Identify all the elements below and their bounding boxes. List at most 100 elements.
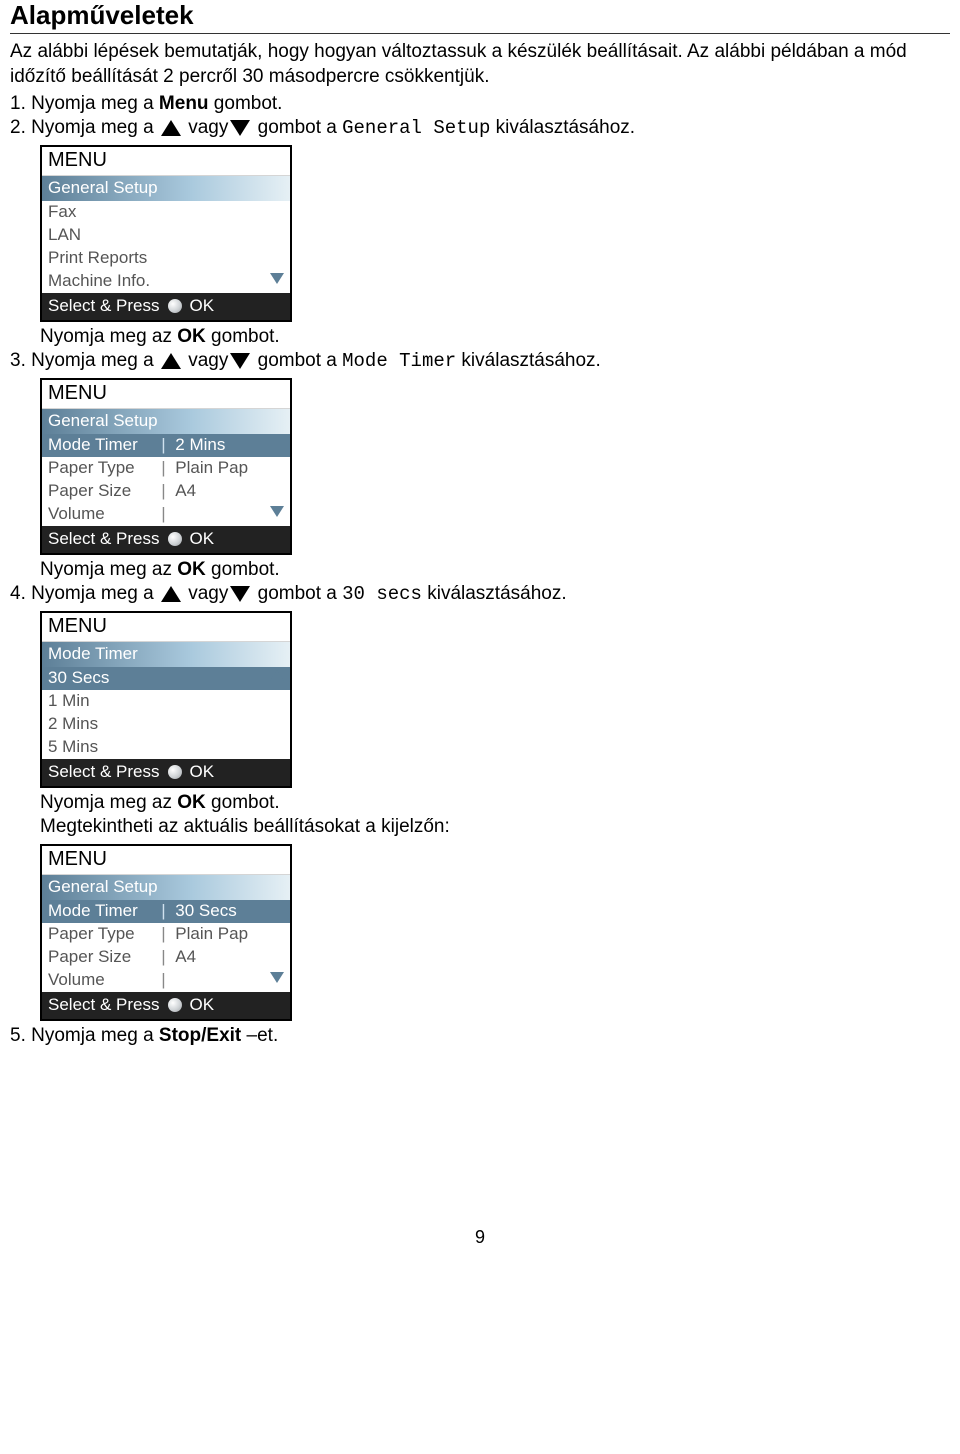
lcd-header: Mode Timer bbox=[42, 642, 290, 667]
ok-button-icon bbox=[168, 532, 182, 546]
scroll-down-icon bbox=[270, 506, 284, 517]
stop-exit-word: Stop/Exit bbox=[159, 1025, 241, 1046]
lcd-row: 5 Mins bbox=[42, 736, 290, 759]
lcd-foot-select: Select & Press bbox=[48, 529, 160, 549]
lcd-item: Mode Timer bbox=[48, 435, 161, 455]
press-ok: Nyomja meg az OK gombot. bbox=[40, 326, 950, 348]
lcd-row: Print Reports bbox=[42, 247, 290, 270]
lcd-title: MENU bbox=[42, 613, 290, 642]
lcd-item: Paper Size bbox=[48, 947, 161, 967]
lcd-row: Paper Size|A4 bbox=[42, 480, 290, 503]
lcd-screen-3: MENU Mode Timer 30 Secs 1 Min 2 Mins 5 M… bbox=[40, 611, 292, 788]
step-num: 3. bbox=[10, 350, 26, 372]
lcd-title: MENU bbox=[42, 380, 290, 409]
step-num: 1. bbox=[10, 93, 26, 115]
lcd-foot-ok: OK bbox=[190, 529, 215, 549]
lcd-row: Machine Info. bbox=[42, 270, 290, 293]
lcd-item: Fax bbox=[48, 202, 161, 222]
view-settings-text: Megtekintheti az aktuális beállításokat … bbox=[40, 816, 950, 838]
page-heading: Alapműveletek bbox=[10, 0, 950, 34]
lcd-foot-select: Select & Press bbox=[48, 296, 160, 316]
lcd-item: Paper Type bbox=[48, 924, 161, 944]
lcd-foot-select: Select & Press bbox=[48, 762, 160, 782]
ok-button-icon bbox=[168, 299, 182, 313]
intro-text: Az alábbi lépések bemutatják, hogy hogya… bbox=[10, 40, 950, 89]
steps: 1. Nyomja meg a Menu gombot. 2. Nyomja m… bbox=[10, 93, 950, 1047]
lcd-row-selected: 30 Secs bbox=[42, 667, 290, 690]
lcd-item: LAN bbox=[48, 225, 161, 245]
lcd-footer: Select & Press OK bbox=[42, 526, 290, 553]
ok-word: OK bbox=[177, 792, 206, 813]
lcd-row: 1 Min bbox=[42, 690, 290, 713]
step-text: kiválasztásához. bbox=[490, 117, 635, 138]
lcd-footer: Select & Press OK bbox=[42, 992, 290, 1019]
lcd-item: Machine Info. bbox=[48, 271, 161, 291]
menu-word: Menu bbox=[159, 93, 209, 114]
ok-button-icon bbox=[168, 765, 182, 779]
lcd-item: 1 Min bbox=[48, 691, 161, 711]
step-text: Nyomja meg a bbox=[31, 583, 159, 604]
lcd-row: Fax bbox=[42, 201, 290, 224]
lcd-screen-1: MENU General Setup Fax LAN Print Reports… bbox=[40, 145, 292, 322]
down-arrow-icon bbox=[230, 120, 250, 136]
lcd-value: 30 Secs bbox=[167, 901, 284, 921]
lcd-footer: Select & Press OK bbox=[42, 293, 290, 320]
code-text: General Setup bbox=[342, 117, 490, 139]
lcd-item: Print Reports bbox=[48, 248, 161, 268]
lcd-row: Paper Type|Plain Pap bbox=[42, 923, 290, 946]
lcd-selected-header: General Setup bbox=[42, 176, 290, 201]
press-ok-text: gombot. bbox=[206, 792, 280, 813]
lcd-row: Paper Type|Plain Pap bbox=[42, 457, 290, 480]
press-ok-text: gombot. bbox=[206, 559, 280, 580]
ok-word: OK bbox=[177, 326, 206, 347]
step-text: gombot a bbox=[252, 583, 342, 604]
lcd-foot-ok: OK bbox=[190, 995, 215, 1015]
step-1: 1. Nyomja meg a Menu gombot. bbox=[10, 93, 950, 115]
lcd-row: LAN bbox=[42, 224, 290, 247]
divider-icon: | bbox=[161, 504, 167, 524]
lcd-row: Volume| bbox=[42, 503, 290, 526]
step-3: 3. Nyomja meg a vagy gombot a Mode Timer… bbox=[10, 350, 950, 581]
step-text: Nyomja meg a bbox=[31, 1025, 159, 1046]
lcd-screen-2: MENU General Setup Mode Timer|2 Mins Pap… bbox=[40, 378, 292, 555]
lcd-foot-ok: OK bbox=[190, 296, 215, 316]
step-num: 2. bbox=[10, 117, 26, 139]
lcd-value: Plain Pap bbox=[167, 458, 284, 478]
lcd-row: 2 Mins bbox=[42, 713, 290, 736]
step-4: 4. Nyomja meg a vagy gombot a 30 secs ki… bbox=[10, 583, 950, 1021]
up-arrow-icon bbox=[161, 120, 181, 136]
scroll-down-icon bbox=[270, 273, 284, 284]
code-text: 30 secs bbox=[342, 583, 422, 605]
step-text: gombot. bbox=[209, 93, 283, 114]
down-arrow-icon bbox=[230, 586, 250, 602]
press-ok-text: gombot. bbox=[206, 326, 280, 347]
lcd-item: 5 Mins bbox=[48, 737, 161, 757]
lcd-item: Mode Timer bbox=[48, 901, 161, 921]
lcd-row-selected: Mode Timer|2 Mins bbox=[42, 434, 290, 457]
lcd-row: Paper Size|A4 bbox=[42, 946, 290, 969]
step-text: –et. bbox=[241, 1025, 278, 1046]
lcd-header: General Setup bbox=[42, 875, 290, 900]
step-text: gombot a bbox=[252, 117, 342, 138]
press-ok-text: Nyomja meg az bbox=[40, 792, 177, 813]
lcd-header: General Setup bbox=[42, 409, 290, 434]
lcd-item: 2 Mins bbox=[48, 714, 161, 734]
scroll-up-icon bbox=[270, 670, 284, 681]
up-arrow-icon bbox=[161, 586, 181, 602]
lcd-value: 2 Mins bbox=[167, 435, 284, 455]
lcd-row-selected: Mode Timer|30 Secs bbox=[42, 900, 290, 923]
step-text: vagy bbox=[183, 350, 228, 371]
lcd-item: Volume bbox=[48, 970, 161, 990]
lcd-value: Plain Pap bbox=[167, 924, 284, 944]
scroll-down-icon bbox=[270, 972, 284, 983]
press-ok: Nyomja meg az OK gombot. bbox=[40, 559, 950, 581]
lcd-footer: Select & Press OK bbox=[42, 759, 290, 786]
step-text: kiválasztásához. bbox=[456, 350, 601, 371]
lcd-row: Volume| bbox=[42, 969, 290, 992]
lcd-title: MENU bbox=[42, 846, 290, 875]
ok-word: OK bbox=[177, 559, 206, 580]
step-text: Nyomja meg a bbox=[31, 93, 159, 114]
lcd-title: MENU bbox=[42, 147, 290, 176]
step-text: Nyomja meg a bbox=[31, 350, 159, 371]
step-text: vagy bbox=[183, 583, 228, 604]
